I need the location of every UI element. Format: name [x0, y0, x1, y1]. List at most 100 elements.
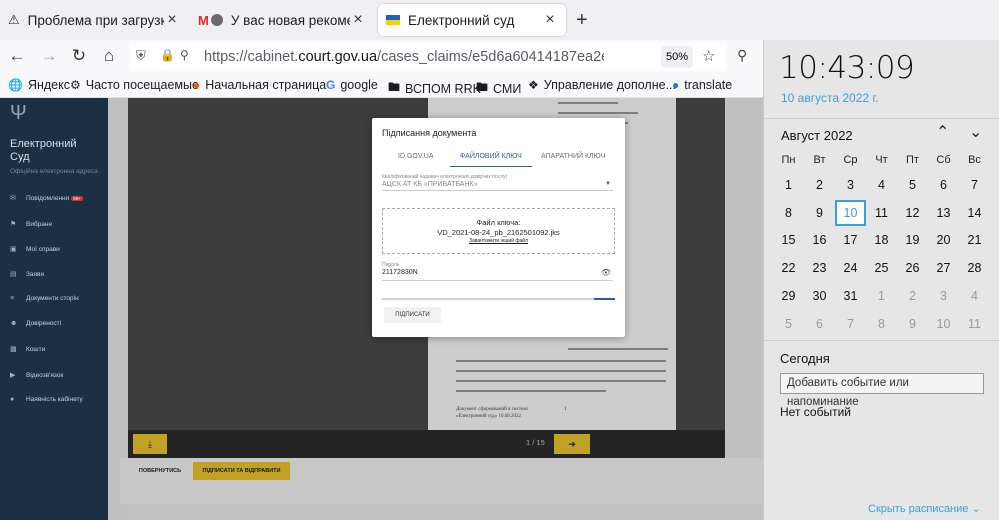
calendar-day[interactable]: 6 [804, 311, 835, 337]
key-icon[interactable]: ⚲ [180, 48, 189, 62]
calendar-day[interactable]: 19 [897, 227, 928, 253]
clock-date[interactable]: 10 августа 2022 г. [781, 91, 879, 105]
password-field[interactable]: 21172830N 👁 [382, 268, 613, 281]
calendar-day[interactable]: 27 [928, 255, 959, 281]
tab-id-gov[interactable]: ID.GOV.UA [398, 153, 434, 160]
folder-icon: 🖿 [476, 80, 489, 94]
home-button[interactable]: ⌂ [98, 46, 120, 66]
bookmark-most-visited[interactable]: ⚙ Часто посещаемые [70, 78, 199, 92]
star-icon[interactable]: ☆ [702, 47, 715, 65]
reload-button[interactable]: ↻ [68, 46, 90, 66]
calendar-day[interactable]: 3 [835, 172, 866, 198]
calendar-day[interactable]: 26 [897, 255, 928, 281]
sidebar-item-notifications[interactable]: ✉ Повідомлення 99+ [10, 194, 83, 202]
back-button[interactable]: ← [6, 46, 28, 66]
calendar-day[interactable]: 11 [866, 200, 897, 226]
calendar-day[interactable]: 7 [959, 172, 990, 198]
lock-icon[interactable]: 🔒 [160, 48, 175, 62]
calendar-day[interactable]: 9 [804, 200, 835, 226]
document-icon: ▤ [10, 271, 17, 278]
tab-gmail[interactable]: M У вас новая рекомендаци × [190, 4, 374, 36]
add-event-input[interactable]: Добавить событие или напоминание [780, 373, 984, 408]
calendar-day[interactable]: 2 [897, 283, 928, 309]
calendar-day[interactable]: 6 [928, 172, 959, 198]
calendar-day[interactable]: 11 [959, 311, 990, 337]
gmail-icon: M [198, 12, 209, 28]
close-icon[interactable]: × [542, 11, 558, 29]
chevron-down-icon[interactable]: ⌄ [969, 122, 982, 142]
bookmark-folder-vspom[interactable]: 🖿 ВСПОМ RRK [388, 78, 481, 99]
calendar-day[interactable]: 10 [928, 311, 959, 337]
sidebar-item-party-documents[interactable]: ≡ Документи сторін [10, 295, 79, 302]
calendar-day[interactable]: 30 [804, 283, 835, 309]
bookmark-yandex[interactable]: 🌐 Яндекс [8, 78, 70, 92]
new-tab-button[interactable]: + [576, 9, 588, 32]
calendar-day[interactable]: 1 [773, 172, 804, 198]
calendar-day[interactable]: 8 [773, 200, 804, 226]
site-subtitle: Офіційна електронна адреса [10, 168, 98, 175]
calendar-day[interactable]: 18 [866, 227, 897, 253]
tab-file-key[interactable]: ФАЙЛОВИЙ КЛЮЧ [460, 153, 522, 160]
calendar-day[interactable]: 5 [897, 172, 928, 198]
calendar-day[interactable]: 5 [773, 311, 804, 337]
calendar-day[interactable]: 2 [804, 172, 835, 198]
eye-icon[interactable]: 👁 [601, 268, 611, 277]
sidebar-item-my-cases[interactable]: ▣ Мої справи [10, 245, 60, 254]
sidebar-item-cabinet-check[interactable]: ● Наявність кабінету [10, 396, 83, 403]
tab-e-court[interactable]: Електронний суд × [378, 4, 566, 36]
calendar-day[interactable]: 20 [928, 227, 959, 253]
calendar-day[interactable]: 13 [928, 200, 959, 226]
calendar-day-today[interactable]: 10 [835, 199, 866, 226]
close-icon[interactable]: × [350, 11, 366, 29]
search-icon[interactable]: ⚲ [737, 47, 747, 64]
address-bar[interactable]: ⛨ 🔒 ⚲ https://cabinet.court.gov.ua/cases… [130, 43, 726, 71]
calendar-day[interactable]: 4 [866, 172, 897, 198]
sidebar-item-funds[interactable]: ▩ Кошти [10, 345, 45, 354]
chevron-up-icon[interactable]: ⌃ [936, 122, 949, 142]
calendar-day[interactable]: 1 [866, 283, 897, 309]
sidebar-item-claims[interactable]: ▤ Заяви [10, 270, 44, 279]
site-title[interactable]: Електронний Суд [10, 138, 77, 164]
tab-load-problem[interactable]: ⚠ Проблема при загрузке стр × [0, 4, 188, 36]
calendar-day[interactable]: 29 [773, 283, 804, 309]
calendar-day[interactable]: 9 [897, 311, 928, 337]
divider [764, 118, 999, 119]
zoom-indicator[interactable]: 50% [661, 46, 693, 68]
calendar-day[interactable]: 23 [804, 255, 835, 281]
calendar-day[interactable]: 15 [773, 227, 804, 253]
calendar-day[interactable]: 8 [866, 311, 897, 337]
calendar-day[interactable]: 3 [928, 283, 959, 309]
calendar-day[interactable]: 7 [835, 311, 866, 337]
provider-label: Кваліфікований надавач електронних довір… [382, 174, 508, 180]
calendar-day[interactable]: 24 [835, 255, 866, 281]
tab-hardware-key[interactable]: АПАРАТНИЙ КЛЮЧ [541, 153, 605, 160]
hide-schedule-link[interactable]: Скрыть расписание ⌄ [868, 502, 981, 515]
calendar-day[interactable]: 4 [959, 283, 990, 309]
sidebar-item-video-call[interactable]: ▶ Відеозв'язок [10, 371, 63, 380]
month-title[interactable]: Август 2022 [781, 128, 853, 143]
calendar-day[interactable]: 16 [804, 227, 835, 253]
calendar-day[interactable]: 31 [835, 283, 866, 309]
calendar-day[interactable]: 12 [897, 200, 928, 226]
calendar-day[interactable]: 14 [959, 200, 990, 226]
calendar-day[interactable]: 21 [959, 227, 990, 253]
sidebar-item-favorites[interactable]: ⚑ Вибране [10, 220, 52, 229]
calendar-day[interactable]: 28 [959, 255, 990, 281]
bookmark-translate[interactable]: ● translate [672, 78, 732, 92]
calendar-day[interactable]: 25 [866, 255, 897, 281]
bookmark-google[interactable]: Ggoogle [326, 78, 378, 92]
forward-button[interactable]: → [38, 46, 60, 66]
provider-select[interactable]: АЦСК АТ КБ «ПРИВАТБАНК» ▼ [382, 181, 613, 191]
close-icon[interactable]: × [164, 11, 180, 29]
key-file-dropzone[interactable]: Файл ключа: VD_2021-08-24_pb_2162501092.… [382, 208, 615, 254]
bookmark-start-page[interactable]: ● Начальная страница [193, 78, 326, 92]
calendar-day[interactable]: 17 [835, 227, 866, 253]
bookmark-addons[interactable]: ❖ Управление дополне... [528, 78, 676, 92]
list-icon: ≡ [10, 295, 15, 302]
bookmark-folder-smi[interactable]: 🖿 СМИ [476, 78, 521, 99]
calendar-day[interactable]: 22 [773, 255, 804, 281]
sign-button[interactable]: ПІДПИСАТИ [384, 307, 441, 323]
shield-icon[interactable]: ⛨ [136, 48, 146, 64]
upload-another-file-link[interactable]: Завантажити інший файл [383, 238, 614, 244]
sidebar-item-powers-of-attorney[interactable]: ☻ Довіреності [10, 320, 61, 327]
